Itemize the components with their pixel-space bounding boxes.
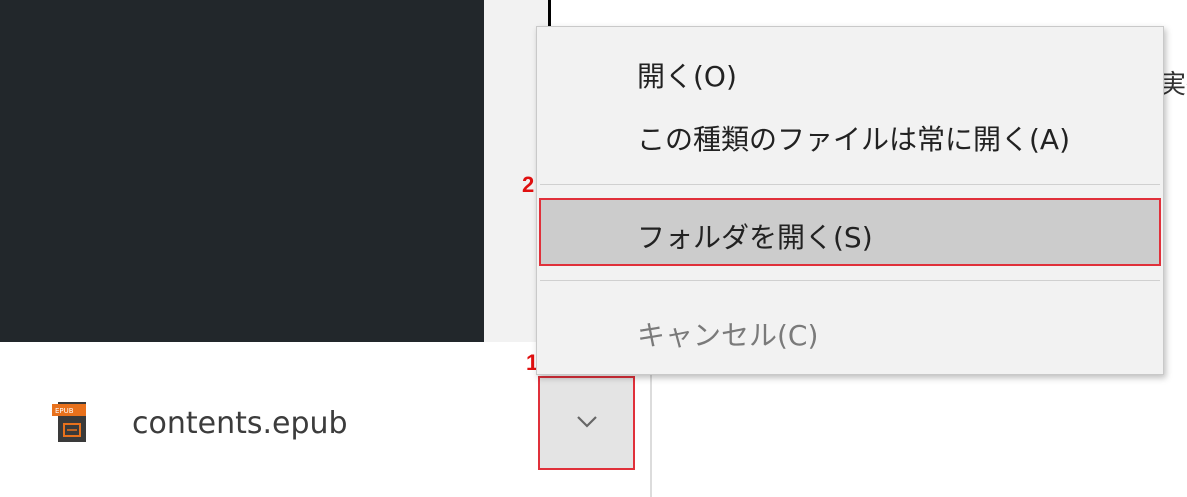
download-context-menu: 開く(O) この種類のファイルは常に開く(A) フォルダを開く(S) キャンセル…	[536, 26, 1164, 375]
chevron-down-icon	[576, 414, 598, 433]
svg-text:EPUB: EPUB	[55, 407, 74, 415]
menu-separator	[540, 280, 1160, 281]
download-options-button[interactable]	[538, 376, 635, 470]
annotation-marker-2: 2	[522, 172, 535, 197]
epub-file-icon: EPUB	[52, 402, 92, 442]
download-file-name[interactable]: contents.epub	[132, 406, 348, 441]
menu-item-open-folder-label: フォルダを開く(S)	[637, 221, 873, 254]
dark-side-panel	[0, 0, 484, 342]
menu-item-cancel[interactable]: キャンセル(C)	[637, 314, 818, 354]
menu-item-open-folder[interactable]: フォルダを開く(S)	[539, 198, 1161, 266]
menu-item-open[interactable]: 開く(O)	[637, 55, 737, 95]
menu-item-always-open[interactable]: この種類のファイルは常に開く(A)	[637, 118, 1070, 158]
menu-separator	[540, 184, 1160, 185]
background-window-text: 実行	[1160, 70, 1187, 100]
